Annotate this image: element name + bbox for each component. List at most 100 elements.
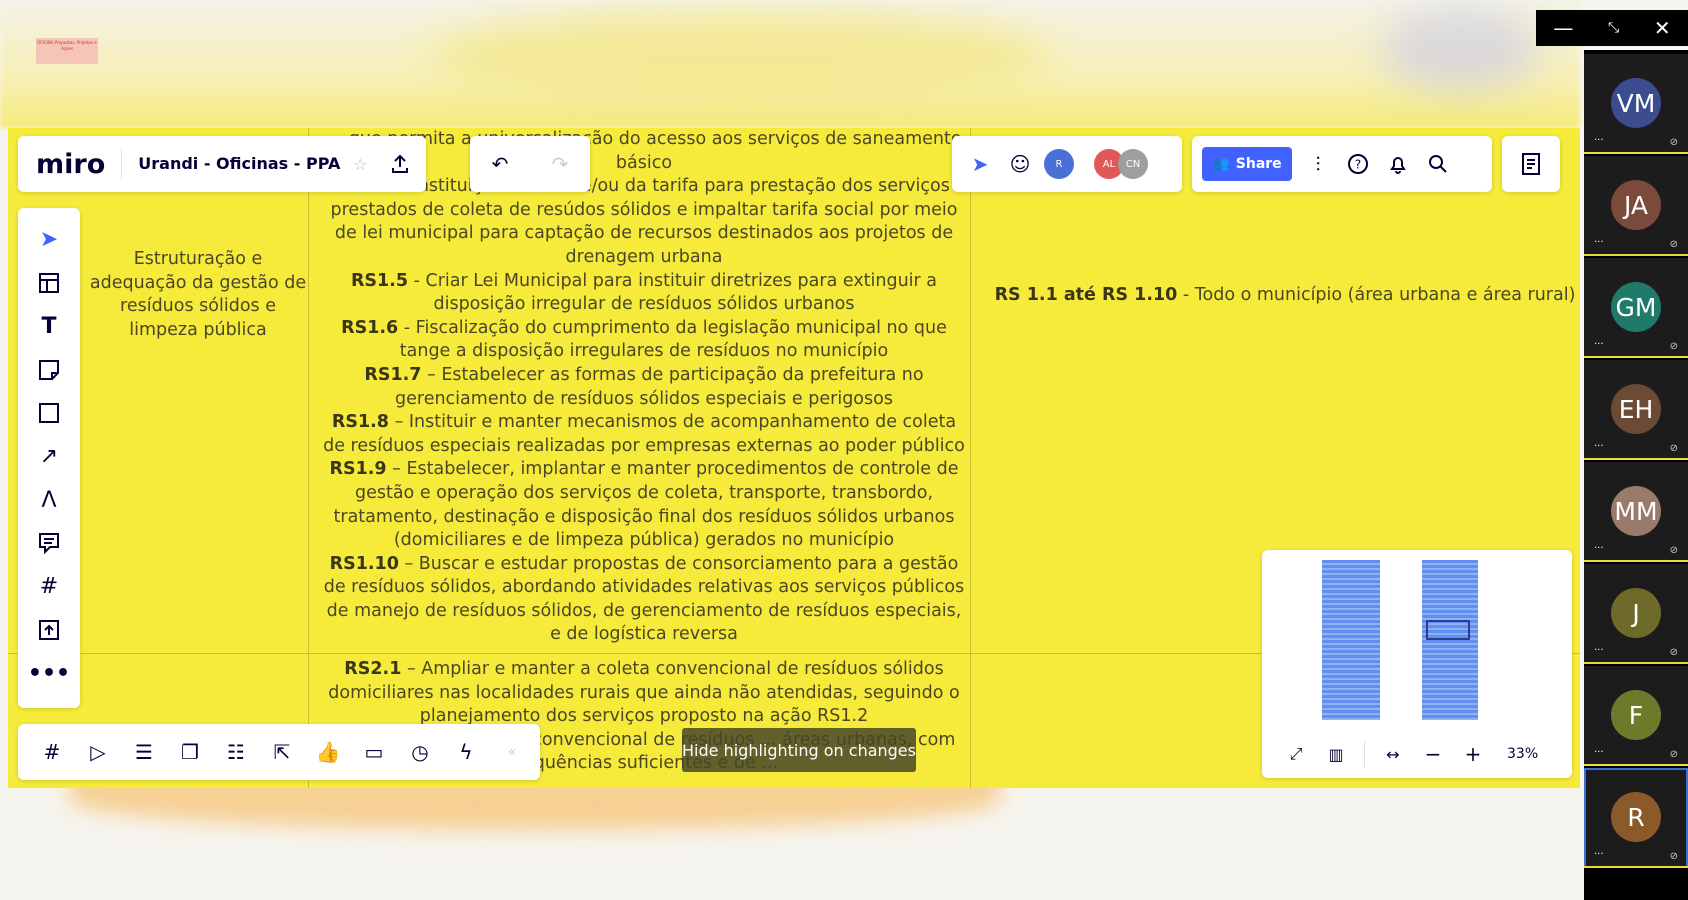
mic-muted-icon: ⊘ bbox=[1669, 239, 1678, 250]
map-icon[interactable]: ▥ bbox=[1316, 734, 1356, 774]
avatar[interactable]: R bbox=[1044, 149, 1074, 179]
zoom-out-icon[interactable]: − bbox=[1413, 734, 1453, 774]
cards-icon[interactable]: ❐ bbox=[170, 732, 210, 772]
pen-icon[interactable]: Λ bbox=[29, 478, 69, 521]
video-icon[interactable]: ▭ bbox=[354, 732, 394, 772]
tile-divider bbox=[1584, 254, 1688, 256]
creation-toolbar: ➤ T ↗ Λ # ••• bbox=[18, 208, 80, 708]
more-options-icon[interactable]: ··· bbox=[1594, 747, 1604, 758]
users-icon: 👥 bbox=[1212, 156, 1230, 172]
table-divider bbox=[970, 128, 971, 788]
more-options-icon[interactable]: ··· bbox=[1594, 135, 1604, 146]
text-tool-icon[interactable]: T bbox=[29, 305, 69, 348]
comment-icon[interactable] bbox=[29, 522, 69, 565]
avatar: EH bbox=[1611, 384, 1661, 434]
more-tools-icon[interactable]: ••• bbox=[28, 652, 70, 695]
action-item: RS1.9 – Estabelecer, implantar e manter … bbox=[321, 458, 967, 552]
select-cursor-icon[interactable]: ➤ bbox=[29, 218, 69, 261]
help-icon[interactable]: ? bbox=[1338, 144, 1378, 184]
share-label: Share bbox=[1235, 156, 1282, 172]
action-code: RS1.5 bbox=[350, 270, 409, 291]
tile-divider bbox=[1584, 866, 1688, 868]
connection-line-icon[interactable]: ↗ bbox=[29, 435, 69, 478]
action-item: RS2.1 – Ampliar e manter a coleta conven… bbox=[321, 658, 967, 729]
undo-icon[interactable]: ↶ bbox=[480, 144, 520, 184]
collaboration-tools: ➤ ☺ R AL CN bbox=[952, 136, 1182, 192]
frame-icon[interactable]: # bbox=[29, 565, 69, 608]
participant-tile[interactable]: J ··· ⊘ bbox=[1584, 564, 1688, 664]
bell-icon[interactable] bbox=[1378, 144, 1418, 184]
tile-divider bbox=[1584, 764, 1688, 766]
more-options-icon[interactable]: ··· bbox=[1594, 849, 1604, 860]
redo-icon[interactable]: ↷ bbox=[540, 144, 580, 184]
presentation-icon[interactable]: ▷ bbox=[78, 732, 118, 772]
activity-icon[interactable]: ϟ bbox=[446, 732, 486, 772]
minimap[interactable]: ⤢ ▥ ↔ − + 33% bbox=[1262, 550, 1572, 778]
minimize-icon[interactable]: — bbox=[1553, 16, 1573, 40]
close-icon[interactable]: ✕ bbox=[1654, 16, 1671, 40]
avatar: JA bbox=[1611, 180, 1661, 230]
action-text: – Buscar e estudar propostas de consorci… bbox=[323, 553, 965, 645]
sticky-note-icon[interactable] bbox=[29, 348, 69, 391]
miro-logo[interactable]: miro bbox=[18, 149, 121, 180]
templates-icon[interactable] bbox=[29, 261, 69, 304]
share-screen-icon[interactable]: ⇱ bbox=[262, 732, 302, 772]
mic-muted-icon: ⊘ bbox=[1669, 851, 1678, 862]
participant-tile[interactable]: JA ··· ⊘ bbox=[1584, 156, 1688, 256]
vote-icon[interactable]: 👍 bbox=[308, 732, 348, 772]
svg-text:?: ? bbox=[1355, 158, 1361, 172]
workshop-logo: OFICINA Propostas, Projetos e Ações bbox=[36, 38, 98, 64]
tile-divider bbox=[1584, 662, 1688, 664]
mic-muted-icon: ⊘ bbox=[1669, 545, 1678, 556]
avatar: J bbox=[1611, 588, 1661, 638]
search-icon[interactable] bbox=[1418, 144, 1458, 184]
more-options-icon[interactable]: ··· bbox=[1594, 543, 1604, 554]
export-icon[interactable] bbox=[380, 144, 420, 184]
participant-tile[interactable]: GM ··· ⊘ bbox=[1584, 258, 1688, 358]
board-title[interactable]: Urandi - Oficinas - PPA bbox=[121, 149, 340, 179]
action-text: – Ampliar e manter a coleta convencional… bbox=[328, 659, 960, 727]
timer-icon[interactable]: ◷ bbox=[400, 732, 440, 772]
action-code: RS1.8 bbox=[331, 412, 389, 433]
tile-divider bbox=[1584, 152, 1688, 154]
table-cell-scope: RS 1.1 até RS 1.10 - Todo o município (á… bbox=[970, 284, 1580, 308]
more-options-icon[interactable]: ··· bbox=[1594, 645, 1604, 656]
mic-muted-icon: ⊘ bbox=[1669, 647, 1678, 658]
reactions-icon[interactable]: ☺ bbox=[1000, 144, 1040, 184]
settings-sliders-icon[interactable]: ⫶ bbox=[1298, 144, 1338, 184]
board-header: miro Urandi - Oficinas - PPA ☆ bbox=[18, 136, 426, 192]
cursor-filter-icon[interactable]: ➤ bbox=[960, 144, 1000, 184]
action-item: RS1.10 – Buscar e estudar propostas de c… bbox=[321, 553, 967, 647]
fullscreen-icon[interactable]: ⤢ bbox=[1276, 734, 1316, 774]
more-options-icon[interactable]: ··· bbox=[1594, 339, 1604, 350]
fit-width-icon[interactable]: ↔ bbox=[1373, 734, 1413, 774]
star-icon[interactable]: ☆ bbox=[340, 144, 380, 184]
minimap-viewport[interactable] bbox=[1426, 620, 1470, 640]
restore-icon[interactable]: ⤡ bbox=[1608, 20, 1619, 36]
avatar[interactable]: CN bbox=[1118, 149, 1148, 179]
collapse-icon[interactable]: « bbox=[492, 732, 532, 772]
participant-tile[interactable]: R ··· ⊘ bbox=[1584, 768, 1688, 868]
zoom-level[interactable]: 33% bbox=[1507, 746, 1538, 762]
tooltip: Hide highlighting on changes bbox=[682, 728, 916, 772]
upload-icon[interactable] bbox=[29, 609, 69, 652]
participant-tile[interactable]: VM ··· ⊘ bbox=[1584, 54, 1688, 154]
participant-tile[interactable]: F ··· ⊘ bbox=[1584, 666, 1688, 766]
share-button[interactable]: 👥 Share bbox=[1202, 147, 1292, 181]
action-text: – Estabelecer as formas de participação … bbox=[395, 364, 924, 409]
more-options-icon[interactable]: ··· bbox=[1594, 237, 1604, 248]
scope-code: RS 1.1 até RS 1.10 bbox=[994, 285, 1178, 305]
shape-tool-icon[interactable] bbox=[29, 392, 69, 435]
tile-divider bbox=[1584, 356, 1688, 358]
action-code: RS1.7 bbox=[364, 364, 422, 385]
notes-panel-button[interactable] bbox=[1502, 136, 1560, 192]
action-text: – Estabelecer, implantar e manter proced… bbox=[333, 459, 959, 551]
kanban-icon[interactable]: ☷ bbox=[216, 732, 256, 772]
participant-tile[interactable]: MM ··· ⊘ bbox=[1584, 462, 1688, 562]
participant-tile[interactable]: EH ··· ⊘ bbox=[1584, 360, 1688, 460]
frames-icon[interactable]: # bbox=[32, 732, 72, 772]
more-options-icon[interactable]: ··· bbox=[1594, 441, 1604, 452]
comments-icon[interactable]: ☰ bbox=[124, 732, 164, 772]
avatar: GM bbox=[1611, 282, 1661, 332]
zoom-in-icon[interactable]: + bbox=[1453, 734, 1493, 774]
